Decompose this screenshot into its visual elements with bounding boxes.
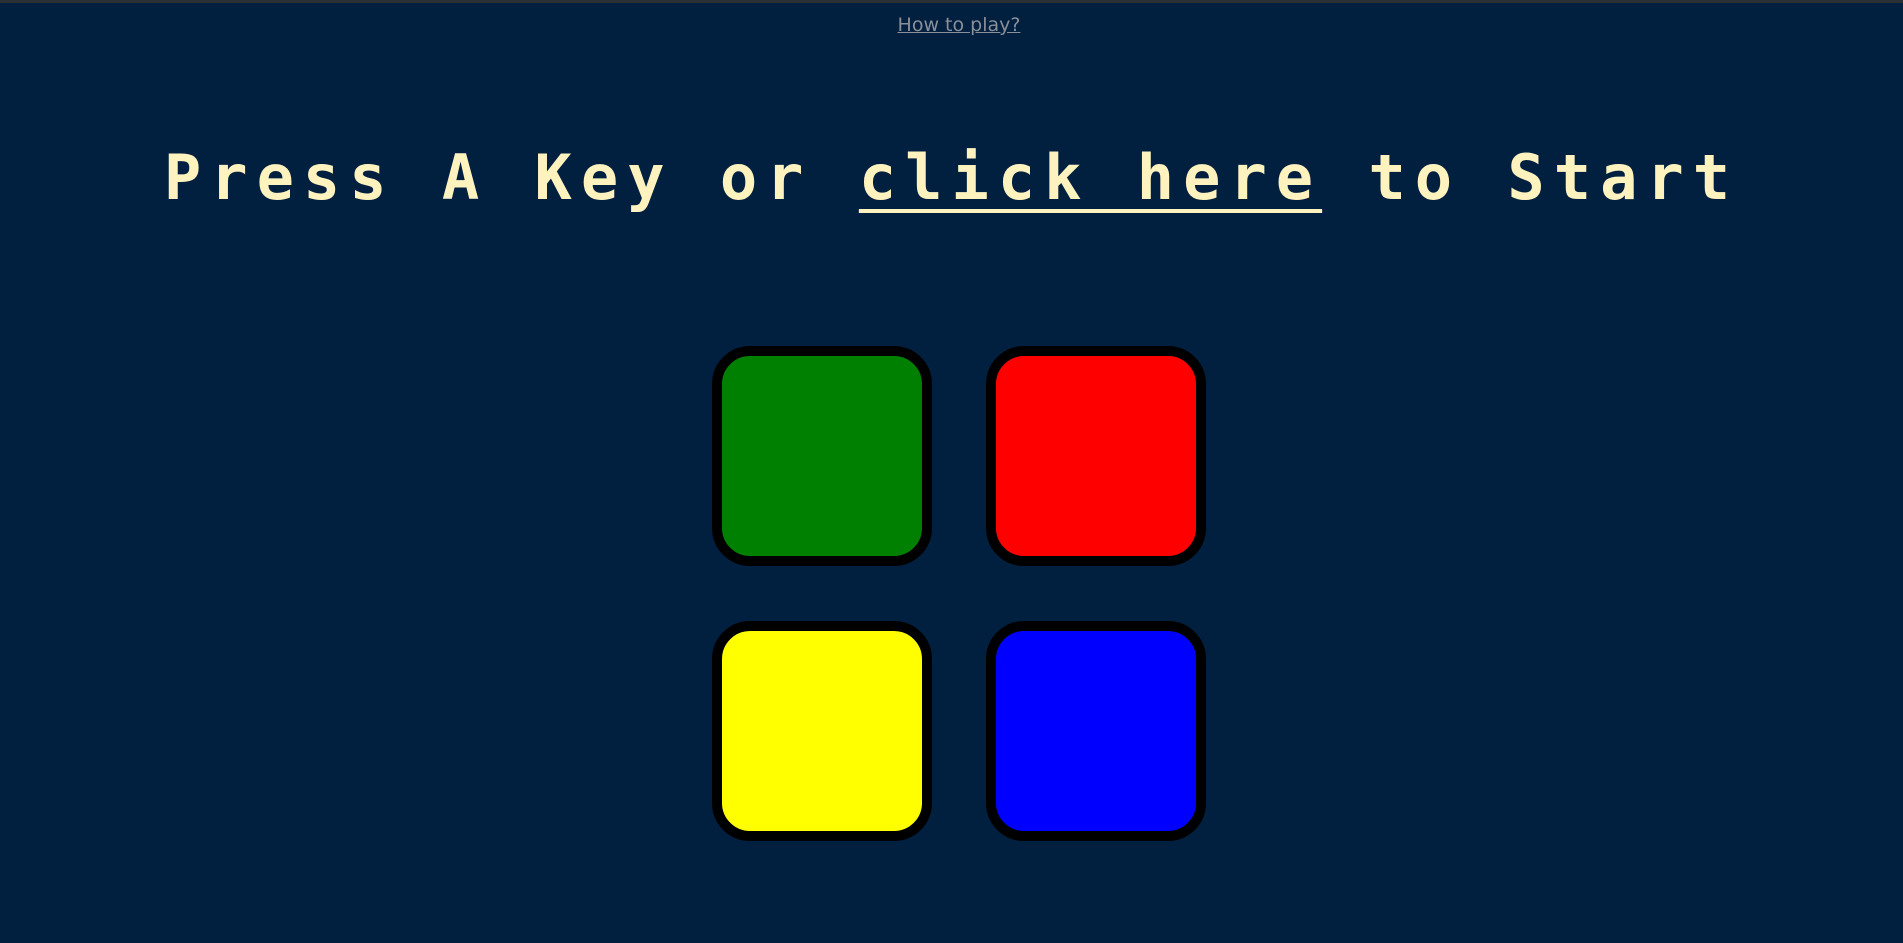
- green-button[interactable]: [712, 346, 932, 566]
- level-title: Press A Key or click here to Start: [0, 138, 1903, 218]
- top-border: [0, 0, 1903, 3]
- blue-button[interactable]: [986, 621, 1206, 841]
- title-prefix: Press A Key or: [163, 141, 859, 214]
- how-to-play-link[interactable]: How to play?: [0, 14, 1903, 36]
- start-link[interactable]: click here: [859, 141, 1322, 214]
- red-button[interactable]: [986, 346, 1206, 566]
- yellow-button[interactable]: [712, 621, 932, 841]
- title-suffix: to Start: [1322, 141, 1740, 214]
